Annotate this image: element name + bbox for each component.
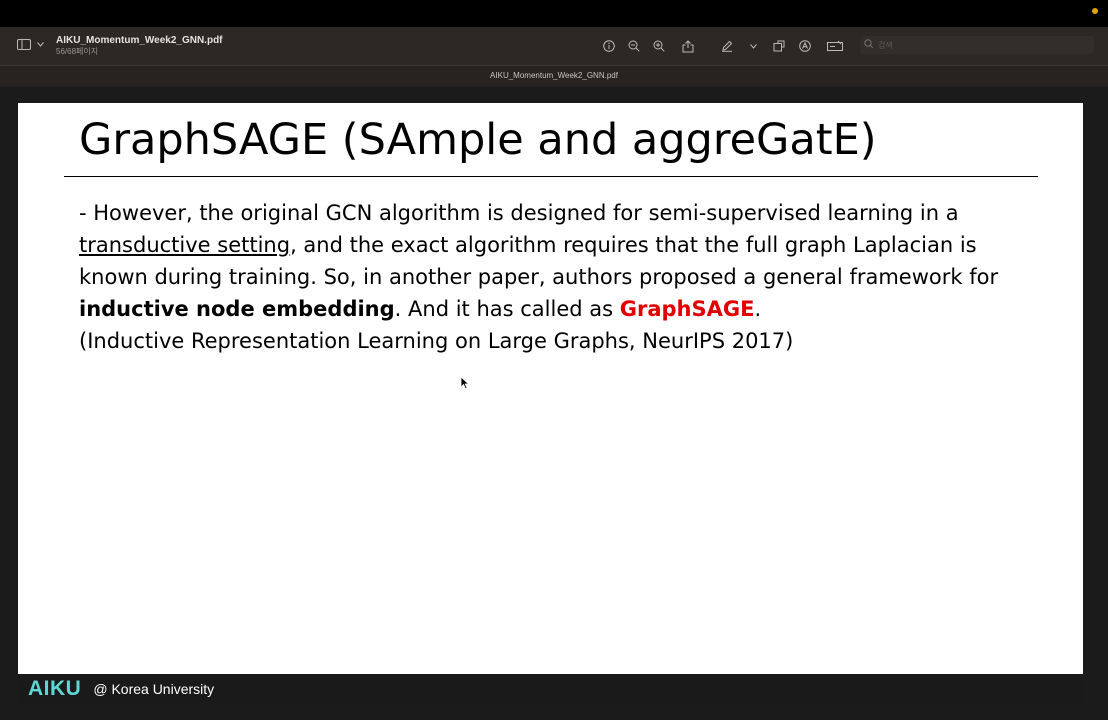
pen-icon[interactable] (718, 37, 736, 55)
chevron-down-icon[interactable] (744, 37, 762, 55)
page-indicator: 56/68페이지 (56, 47, 99, 56)
chevron-down-icon (37, 42, 44, 47)
form-icon[interactable] (826, 37, 844, 55)
sidebar-toggle-button[interactable] (17, 39, 44, 50)
pdf-page: GraphSAGE (SAmple and aggreGatE) - Howev… (18, 103, 1083, 690)
mouse-cursor-icon (460, 376, 470, 390)
body-line: transductive setting, and the exact algo… (79, 233, 977, 257)
viewer-toolbar: AIKU_Momentum_Week2_GNN.pdf 56/68페이지 (0, 27, 1108, 66)
body-line: known during training. So, in another pa… (79, 265, 999, 289)
window-title: AIKU_Momentum_Week2_GNN.pdf (0, 66, 1108, 86)
document-canvas[interactable]: GraphSAGE (SAmple and aggreGatE) - Howev… (0, 87, 1108, 720)
body-line: - However, the original GCN algorithm is… (79, 201, 959, 225)
sidebar-icon (17, 39, 31, 50)
body-line: inductive node embedding. And it has cal… (79, 297, 762, 321)
bold-term: inductive node embedding (79, 297, 395, 321)
zoom-out-icon[interactable] (625, 37, 643, 55)
aiku-logo: AIKU (28, 676, 82, 700)
notification-dot (1092, 8, 1098, 14)
search-input[interactable] (878, 40, 1068, 50)
share-icon[interactable] (679, 37, 697, 55)
toolbar-tools (600, 37, 844, 55)
rotate-icon[interactable] (770, 37, 788, 55)
slide-body: - However, the original GCN algorithm is… (79, 197, 1069, 357)
menu-bar (0, 0, 1108, 27)
underlined-term: transductive setting (79, 233, 291, 257)
info-icon[interactable] (600, 37, 618, 55)
affiliation-text: @ Korea University (93, 680, 215, 697)
search-box[interactable] (860, 36, 1094, 54)
slide-footer: AIKU @ Korea University (18, 674, 1083, 703)
document-title: AIKU_Momentum_Week2_GNN.pdf (56, 35, 223, 46)
search-icon (864, 36, 875, 54)
document-info: AIKU_Momentum_Week2_GNN.pdf 56/68페이지 (56, 35, 223, 57)
zoom-in-icon[interactable] (650, 37, 668, 55)
citation-line: (Inductive Representation Learning on La… (79, 329, 794, 353)
title-divider (64, 176, 1038, 177)
highlighted-term: GraphSAGE (619, 297, 755, 321)
markup-icon[interactable] (796, 37, 814, 55)
slide-title: GraphSAGE (SAmple and aggreGatE) (79, 115, 877, 165)
